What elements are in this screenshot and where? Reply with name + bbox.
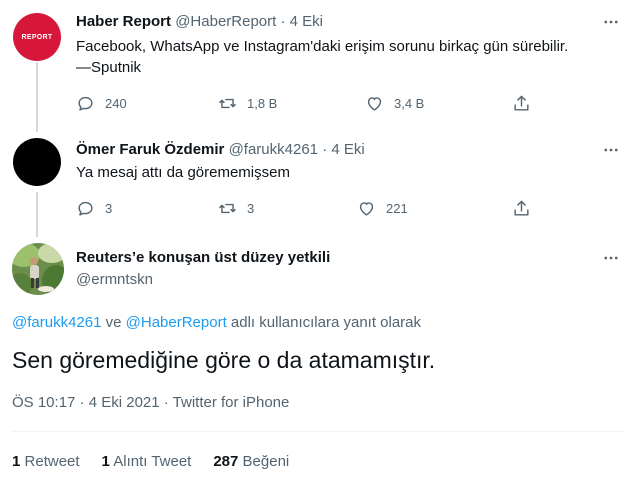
reply-count: 240 [105, 95, 127, 111]
retweet-button[interactable]: 1,8 B [218, 93, 277, 113]
stat-likes[interactable]: 287 Beğeni [213, 452, 289, 472]
retweet-icon [219, 203, 236, 213]
more-icon[interactable] [601, 140, 621, 160]
share-icon [514, 95, 529, 111]
reply-suffix: adlı kullanıcılara yanıt olarak [226, 314, 422, 331]
like-icon [359, 201, 374, 216]
share-button[interactable] [512, 198, 531, 218]
retweet-count: 3 [247, 200, 255, 216]
separator: · [280, 13, 286, 30]
reply-icon [78, 96, 93, 111]
mention-link[interactable]: @HaberReport [126, 314, 227, 331]
tweet-haber-report[interactable]: REPORT Haber Report @HaberReport · 4 Eki… [0, 0, 635, 125]
share-icon [514, 200, 529, 216]
tweet-stats: 1 Retweet 1 Alıntı Tweet 287 Beğeni [12, 452, 289, 472]
reply-count: 3 [105, 200, 113, 216]
like-count: 3,4 B [394, 95, 425, 111]
more-icon[interactable] [601, 12, 621, 32]
reply-and: ve [101, 314, 126, 331]
tweet-text: Ya mesaj attı da görememişsem [76, 164, 290, 181]
tweet-actions: 240 1,8 B 3,4 B [76, 93, 546, 113]
avatar[interactable] [13, 138, 61, 186]
mention-link[interactable]: @farukk4261 [12, 314, 101, 331]
tweet-omer-faruk[interactable]: Ömer Faruk Özdemir @farukk4261 · 4 Eki Y… [0, 132, 635, 232]
more-icon[interactable] [601, 248, 621, 268]
author-name[interactable]: Haber Report [76, 13, 171, 30]
retweet-count: 1,8 B [247, 95, 278, 111]
tweet-meta[interactable]: ÖS 10:17 · 4 Eki 2021 · Twitter for iPho… [12, 393, 289, 413]
avatar[interactable] [12, 243, 64, 295]
like-button[interactable]: 221 [357, 198, 408, 218]
avatar[interactable]: REPORT [13, 13, 61, 61]
author-handle[interactable]: @ermntskn [76, 270, 330, 290]
tweet-time[interactable]: 4 Eki [331, 141, 364, 158]
share-button[interactable] [512, 93, 531, 113]
retweet-icon [219, 98, 236, 108]
replying-to: @farukk4261 ve @HaberReport adlı kullanı… [12, 313, 421, 333]
main-tweet-text: Sen göremediğine göre o da atamamıştır. [12, 347, 436, 373]
author-name[interactable]: Reuters’e konuşan üst düzey yetkili [76, 248, 330, 268]
like-button[interactable]: 3,4 B [365, 93, 424, 113]
author-handle[interactable]: @HaberReport [175, 13, 276, 30]
reply-icon [78, 201, 93, 216]
avatar-logo-text: REPORT [21, 33, 53, 41]
like-count: 221 [386, 200, 408, 216]
retweet-button[interactable]: 3 [218, 198, 254, 218]
tweet-time[interactable]: 4 Eki [290, 13, 323, 30]
tweet-actions: 3 3 221 [76, 198, 546, 218]
main-tweet-header: Reuters’e konuşan üst düzey yetkili @erm… [76, 248, 330, 290]
divider [12, 431, 623, 432]
tweet-header: Ömer Faruk Özdemir @farukk4261 · 4 Eki [76, 140, 365, 160]
reply-button[interactable]: 240 [76, 93, 127, 113]
tweet-text: Facebook, WhatsApp ve Instagram'daki eri… [76, 38, 569, 76]
stat-quote-tweets[interactable]: 1 Alıntı Tweet [102, 452, 192, 472]
author-handle[interactable]: @farukk4261 [229, 141, 318, 158]
stat-retweets[interactable]: 1 Retweet [12, 452, 80, 472]
reply-button[interactable]: 3 [76, 198, 112, 218]
separator: · [322, 141, 328, 158]
author-name[interactable]: Ömer Faruk Özdemir [76, 141, 224, 158]
like-icon [367, 96, 382, 111]
tweet-header: Haber Report @HaberReport · 4 Eki [76, 12, 323, 32]
